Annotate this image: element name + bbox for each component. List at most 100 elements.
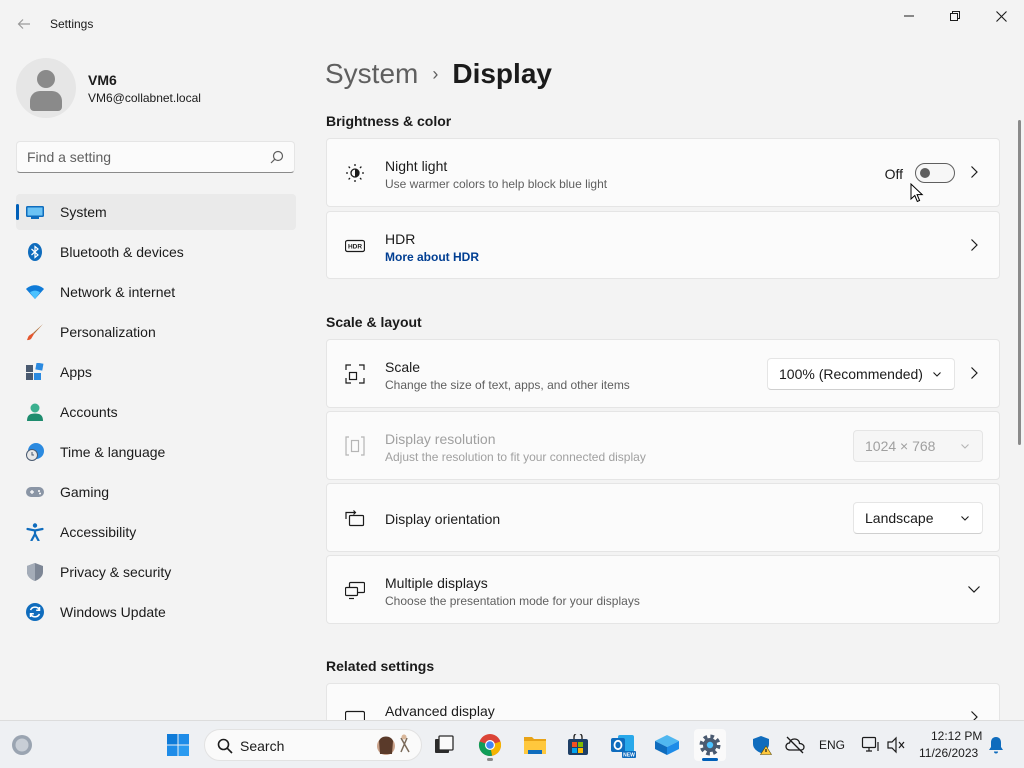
onedrive-tray-button[interactable] bbox=[779, 729, 811, 761]
resolution-dropdown: 1024 × 768 bbox=[853, 430, 983, 462]
settings-icon bbox=[699, 734, 721, 756]
security-warning-icon bbox=[753, 736, 772, 755]
chrome-button[interactable] bbox=[474, 729, 506, 761]
update-icon bbox=[26, 603, 44, 621]
azure-button[interactable] bbox=[651, 729, 683, 761]
bell-icon bbox=[989, 737, 1003, 754]
sidebar-item-network[interactable]: Network & internet bbox=[16, 274, 296, 310]
user-profile[interactable] bbox=[16, 58, 76, 118]
sidebar-nav: System Bluetooth & devices Network & int… bbox=[16, 194, 296, 634]
globe-clock-icon bbox=[26, 443, 44, 461]
display-orientation-title: Display orientation bbox=[385, 511, 501, 527]
widgets-button[interactable] bbox=[6, 729, 38, 761]
night-light-toggle[interactable] bbox=[915, 163, 955, 183]
notifications-button[interactable] bbox=[980, 729, 1012, 761]
sidebar-item-accessibility[interactable]: Accessibility bbox=[16, 514, 296, 550]
mouse-cursor-icon bbox=[910, 183, 924, 203]
scale-card[interactable]: Scale Change the size of text, apps, and… bbox=[326, 339, 1000, 408]
arrow-left-icon bbox=[17, 19, 30, 29]
scale-title: Scale bbox=[385, 359, 421, 375]
sidebar-item-label: Accessibility bbox=[60, 524, 137, 540]
active-indicator bbox=[16, 204, 19, 220]
settings-search[interactable] bbox=[16, 141, 295, 173]
sidebar-item-label: Personalization bbox=[60, 324, 156, 340]
sidebar-item-windows-update[interactable]: Windows Update bbox=[16, 594, 296, 630]
close-button[interactable] bbox=[978, 4, 1024, 28]
title-bar: Settings bbox=[0, 0, 1024, 48]
sidebar-item-accounts[interactable]: Accounts bbox=[16, 394, 296, 430]
sidebar-item-label: Apps bbox=[60, 364, 92, 380]
avatar[interactable] bbox=[16, 58, 76, 118]
chevron-down-icon[interactable] bbox=[967, 582, 981, 596]
resolution-icon bbox=[345, 436, 365, 456]
sidebar-item-bluetooth[interactable]: Bluetooth & devices bbox=[16, 234, 296, 270]
taskbar-search[interactable]: Search bbox=[204, 729, 422, 761]
brightness-icon bbox=[346, 164, 364, 182]
shield-icon bbox=[27, 563, 43, 581]
chevron-down-icon bbox=[961, 516, 969, 521]
minimize-icon bbox=[904, 15, 914, 17]
sidebar-item-time-language[interactable]: Time & language bbox=[16, 434, 296, 470]
sidebar-item-apps[interactable]: Apps bbox=[16, 354, 296, 390]
taskbar: Search NEW ENG 12:12 PM 11/26/2023 bbox=[0, 720, 1024, 768]
multiple-displays-card[interactable]: Multiple displays Choose the presentatio… bbox=[326, 555, 1000, 624]
task-view-icon bbox=[435, 735, 454, 753]
svg-text:NEW: NEW bbox=[623, 753, 635, 758]
night-light-subtitle: Use warmer colors to help block blue lig… bbox=[385, 177, 608, 191]
active-app-indicator bbox=[702, 758, 718, 761]
volume-tray-button[interactable] bbox=[880, 729, 912, 761]
settings-taskbar-button[interactable] bbox=[694, 729, 726, 761]
display-resolution-title: Display resolution bbox=[385, 431, 496, 447]
restore-button[interactable] bbox=[932, 4, 978, 28]
sidebar-item-personalization[interactable]: Personalization bbox=[16, 314, 296, 350]
clock-date[interactable]: 11/26/2023 bbox=[919, 746, 978, 760]
hdr-card[interactable]: HDR HDR More about HDR bbox=[326, 211, 1000, 279]
sidebar-item-label: Bluetooth & devices bbox=[60, 244, 184, 260]
restore-icon bbox=[950, 11, 960, 21]
display-resolution-card: Display resolution Adjust the resolution… bbox=[326, 411, 1000, 480]
hdr-title: HDR bbox=[385, 231, 416, 247]
task-view-button[interactable] bbox=[428, 729, 460, 761]
network-monitor-icon bbox=[861, 736, 879, 752]
display-icon bbox=[26, 206, 44, 219]
sidebar-item-gaming[interactable]: Gaming bbox=[16, 474, 296, 510]
file-explorer-icon bbox=[524, 737, 546, 754]
sidebar-item-system[interactable]: System bbox=[16, 194, 296, 230]
security-tray-button[interactable] bbox=[746, 729, 778, 761]
more-about-hdr-link[interactable]: More about HDR bbox=[385, 250, 479, 264]
azure-icon bbox=[655, 735, 679, 755]
resolution-dropdown-value: 1024 × 768 bbox=[865, 438, 936, 454]
advanced-display-title: Advanced display bbox=[385, 703, 495, 719]
chevron-down-icon bbox=[961, 444, 969, 449]
sidebar-item-privacy[interactable]: Privacy & security bbox=[16, 554, 296, 590]
back-button[interactable] bbox=[12, 12, 36, 36]
chevron-right-icon bbox=[971, 367, 978, 379]
gamepad-icon bbox=[26, 487, 44, 497]
minimize-button[interactable] bbox=[886, 4, 932, 28]
weather-icon bbox=[12, 735, 32, 755]
scrollbar[interactable] bbox=[1018, 120, 1021, 445]
orientation-dropdown[interactable]: Landscape bbox=[853, 502, 983, 534]
user-email: VM6@collabnet.local bbox=[88, 91, 201, 105]
night-light-card[interactable]: Night light Use warmer colors to help bl… bbox=[326, 138, 1000, 207]
breadcrumb: System › Display bbox=[325, 58, 552, 90]
user-name: VM6 bbox=[88, 72, 117, 88]
search-input[interactable] bbox=[17, 142, 257, 172]
outlook-button[interactable]: NEW bbox=[607, 729, 639, 761]
hdr-icon: HDR bbox=[345, 239, 365, 253]
store-button[interactable] bbox=[562, 729, 594, 761]
taskbar-search-label: Search bbox=[240, 738, 285, 754]
start-button[interactable] bbox=[162, 729, 194, 761]
clock-time[interactable]: 12:12 PM bbox=[931, 729, 982, 743]
chevron-right-icon bbox=[971, 239, 978, 251]
breadcrumb-parent[interactable]: System bbox=[325, 58, 418, 90]
file-explorer-button[interactable] bbox=[519, 729, 551, 761]
night-light-state: Off bbox=[884, 166, 903, 182]
display-orientation-card[interactable]: Display orientation Landscape bbox=[326, 483, 1000, 552]
volume-muted-icon bbox=[887, 736, 905, 754]
running-indicator bbox=[487, 758, 493, 761]
scale-dropdown[interactable]: 100% (Recommended) bbox=[767, 358, 955, 390]
scale-dropdown-value: 100% (Recommended) bbox=[779, 366, 923, 382]
chevron-down-icon bbox=[933, 372, 941, 377]
input-language[interactable]: ENG bbox=[819, 738, 845, 752]
